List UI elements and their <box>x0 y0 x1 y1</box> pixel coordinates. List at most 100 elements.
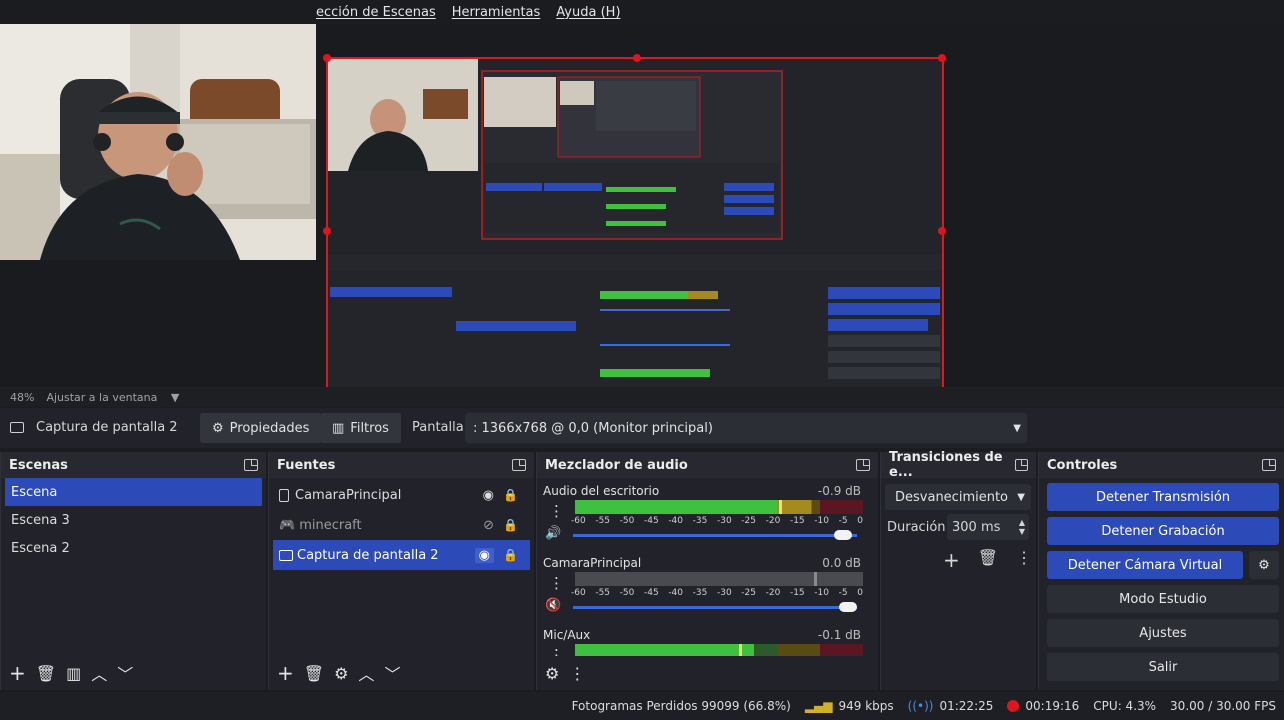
scale-tick-label: -55 <box>595 588 611 598</box>
add-icon[interactable]: + <box>943 548 960 572</box>
source-item[interactable]: 🎮 minecraft ⊘ 🔒 <box>273 510 530 540</box>
menu-scene-collection[interactable]: ección de Escenas <box>316 5 436 20</box>
channel-name: Audio del escritorio <box>543 484 660 498</box>
volume-slider-knob[interactable] <box>839 602 858 612</box>
menu-dots-icon[interactable]: ⋮ <box>1016 548 1032 572</box>
display-select[interactable]: : 1366x768 @ 0,0 (Monitor principal) ▼ <box>465 413 1027 443</box>
undock-icon[interactable] <box>1015 459 1028 471</box>
scale-tick-label: -60 <box>571 516 586 526</box>
meter-segment <box>575 572 777 586</box>
mixer-footer: ⚙ ⋮ <box>537 656 878 690</box>
scene-item[interactable]: Escena 3 <box>5 506 262 534</box>
spin-arrows-icon[interactable]: ▲ ▼ <box>1019 518 1025 536</box>
zoom-mode-dropdown[interactable]: Ajustar a la ventana ▼ <box>46 391 179 404</box>
scene-item[interactable]: Escena 2 <box>5 534 262 562</box>
resize-handle-right[interactable] <box>938 227 946 235</box>
signal-icon: ▂▄▆ <box>804 699 833 713</box>
chevron-down-icon[interactable]: ﹀ <box>384 661 400 685</box>
speaker-muted-icon[interactable]: 🔇 <box>545 598 561 613</box>
source-item-label: minecraft <box>299 517 362 533</box>
duration-label: Duración <box>887 520 946 535</box>
speaker-icon[interactable]: 🔊 <box>545 526 561 541</box>
scale-tick-label: -40 <box>668 516 684 526</box>
add-icon[interactable]: + <box>277 661 294 685</box>
undock-icon[interactable] <box>856 459 870 471</box>
source-item[interactable]: CamaraPrincipal ◉ 🔒 <box>273 480 530 510</box>
scale-tick-label: -35 <box>692 588 708 598</box>
nested-obs-capture <box>328 59 942 400</box>
transition-actions: + 🗑 ⋮ <box>943 548 1032 572</box>
screen-capture-source[interactable] <box>323 54 946 404</box>
stop-stream-button[interactable]: Detener Transmisión <box>1047 483 1279 511</box>
volume-meter <box>575 500 863 514</box>
resize-handle-left[interactable] <box>323 227 331 235</box>
mixer-channel: CamaraPrincipal 0.0 dB ⋮ -60 -55 -50 -45 -40 -35… <box>543 556 865 626</box>
stop-virtual-cam-button[interactable]: Detener Cámara Virtual <box>1047 551 1243 579</box>
menu-dots-icon[interactable]: ⋮ <box>549 574 564 592</box>
eye-icon[interactable]: ◉ <box>474 547 494 563</box>
volume-meter <box>575 572 863 586</box>
mixer-channels: Audio del escritorio -0.9 dB ⋮ -60 -55 -50 -45… <box>537 478 878 656</box>
rec-time: 00:19:16 <box>1007 699 1079 713</box>
filters-button[interactable]: ▥ Filtros <box>320 413 401 443</box>
studio-mode-label: Modo Estudio <box>1119 591 1207 607</box>
sources-header: Fuentes <box>269 452 534 478</box>
lock-icon[interactable]: 🔒 <box>503 488 518 502</box>
chevron-up-icon[interactable]: ︿ <box>91 661 107 685</box>
eye-icon[interactable]: ◉ <box>483 488 494 503</box>
scene-item[interactable]: Escena <box>5 478 262 506</box>
menu-bar: ección de Escenas Herramientas Ayuda (H) <box>316 0 621 24</box>
controls-header: Controles <box>1039 452 1284 478</box>
settings-button[interactable]: Ajustes <box>1047 619 1279 647</box>
properties-button[interactable]: ⚙ Propiedades <box>200 413 322 443</box>
trash-icon[interactable]: 🗑 <box>978 548 998 572</box>
scenes-title: Escenas <box>9 457 68 473</box>
resize-handle-top-left[interactable] <box>323 54 331 62</box>
add-icon[interactable]: + <box>9 661 26 685</box>
undock-icon[interactable] <box>244 459 258 471</box>
chevron-down-icon[interactable]: ﹀ <box>117 661 133 685</box>
filter-icon[interactable]: ▥ <box>66 664 81 683</box>
volume-meter <box>575 644 863 656</box>
chevron-up-icon[interactable]: ︿ <box>358 661 374 685</box>
lock-icon[interactable]: 🔒 <box>503 548 518 562</box>
bitrate: ▂▄▆ 949 kbps <box>805 699 894 713</box>
eye-hidden-icon[interactable]: ⊘ <box>483 518 494 533</box>
stop-record-button[interactable]: Detener Grabación <box>1047 517 1279 545</box>
display-select-value: : 1366x768 @ 0,0 (Monitor principal) <box>473 420 713 436</box>
trash-icon[interactable]: 🗑 <box>36 664 56 683</box>
menu-dots-icon[interactable]: ⋮ <box>549 502 564 520</box>
volume-slider[interactable] <box>573 534 857 537</box>
scale-tick-label: -35 <box>692 516 708 526</box>
undock-icon[interactable] <box>1262 459 1276 471</box>
gear-icon[interactable]: ⚙ <box>334 664 348 683</box>
menu-dots-icon[interactable]: ⋮ <box>569 664 585 683</box>
preview-canvas[interactable] <box>0 24 1284 404</box>
studio-mode-button[interactable]: Modo Estudio <box>1047 585 1279 613</box>
lock-icon[interactable]: 🔒 <box>503 518 518 532</box>
trash-icon[interactable]: 🗑 <box>304 664 324 683</box>
menu-dots-icon[interactable]: ⋮ <box>549 646 564 656</box>
stop-record-label: Detener Grabación <box>1101 523 1225 539</box>
resize-handle-top[interactable] <box>633 54 641 62</box>
exit-button[interactable]: Salir <box>1047 653 1279 681</box>
volume-slider[interactable] <box>573 606 857 609</box>
stop-stream-label: Detener Transmisión <box>1095 489 1231 505</box>
scale-tick-label: -15 <box>789 516 805 526</box>
volume-slider-knob[interactable] <box>833 530 852 540</box>
undock-icon[interactable] <box>512 459 526 471</box>
menu-tools[interactable]: Herramientas <box>452 5 541 20</box>
scale-tick-label: -20 <box>765 588 781 598</box>
scale-tick-label: -25 <box>741 588 756 598</box>
menu-help[interactable]: Ayuda (H) <box>556 5 620 20</box>
scale-tick-label: -5 <box>838 516 848 526</box>
audio-mixer-dock: Mezclador de audio Audio del escritorio -… <box>536 452 878 690</box>
source-item-label: CamaraPrincipal <box>295 487 402 503</box>
duration-spinbox[interactable]: 300 ms ▲ ▼ <box>947 514 1029 540</box>
virtual-cam-settings-button[interactable]: ⚙ <box>1249 551 1279 579</box>
transition-select[interactable]: Desvanecimiento ▼ <box>885 484 1031 510</box>
gear-icon[interactable]: ⚙ <box>545 664 559 683</box>
source-item[interactable]: Captura de pantalla 2 ◉ 🔒 <box>273 540 530 570</box>
resize-handle-top-right[interactable] <box>938 54 946 62</box>
meter-segment <box>819 572 863 586</box>
